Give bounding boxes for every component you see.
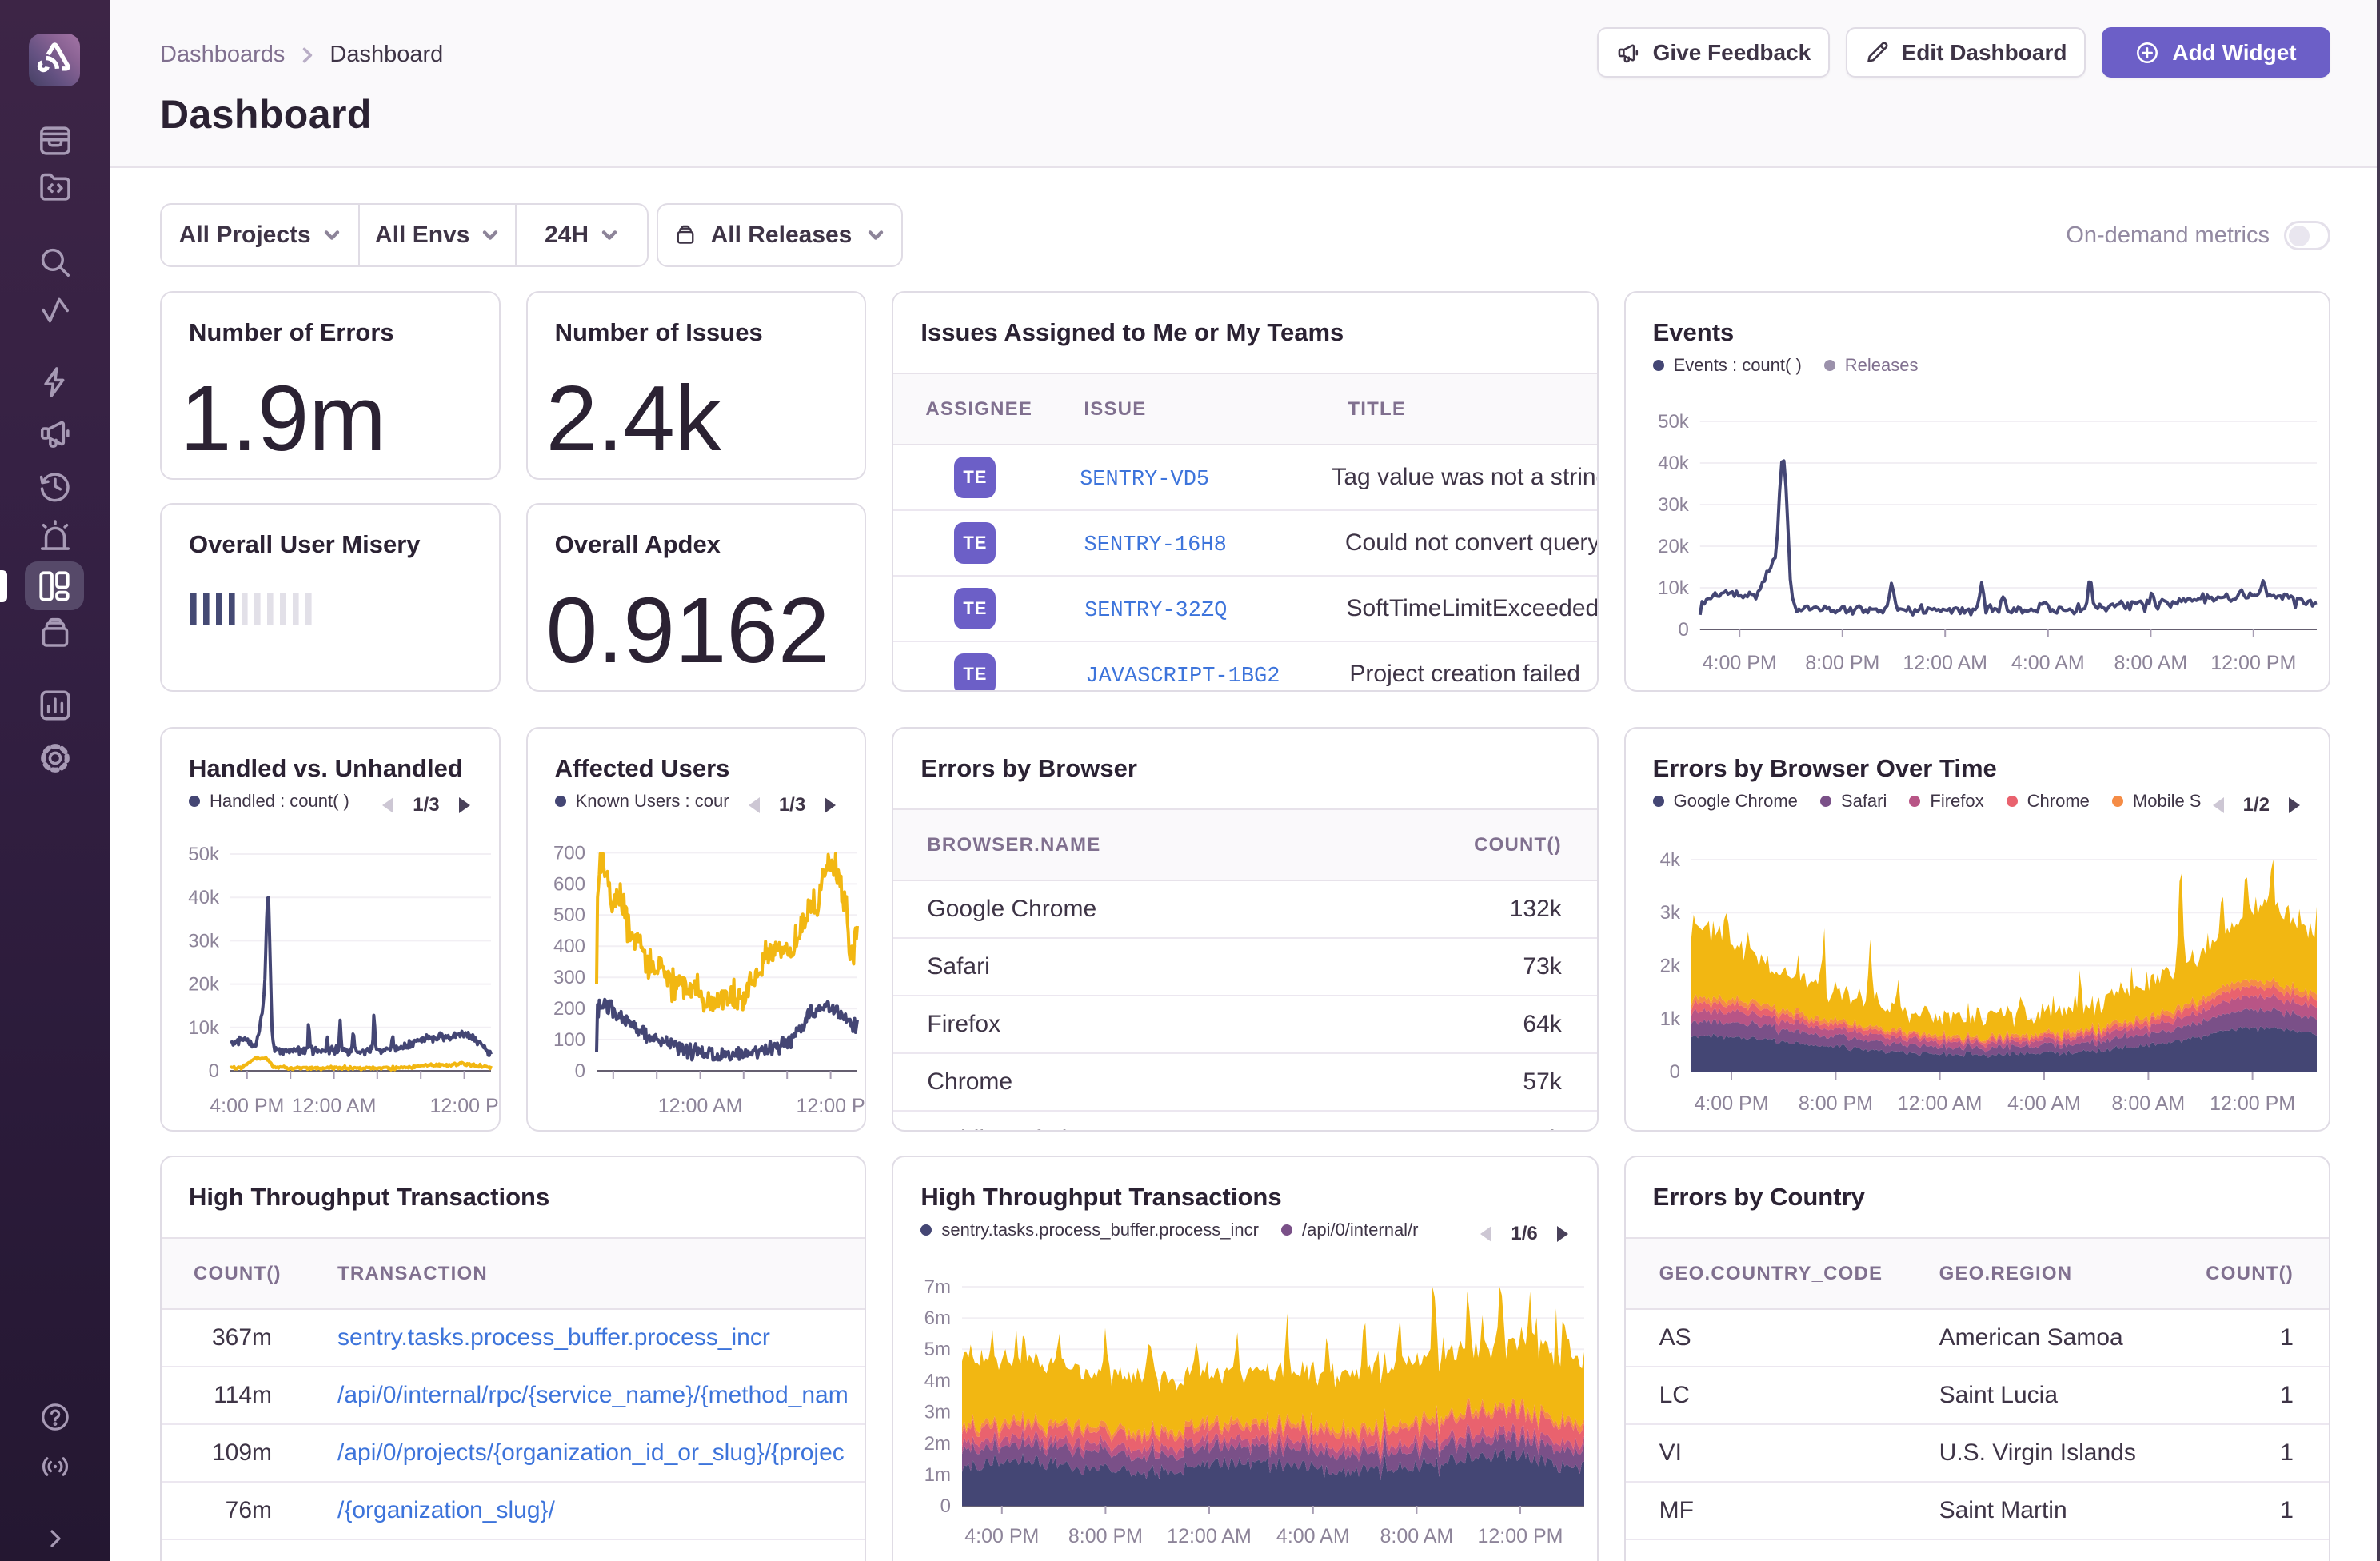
svg-text:30k: 30k <box>188 930 220 952</box>
svg-text:400: 400 <box>553 936 585 957</box>
svg-text:8:00 AM: 8:00 AM <box>1380 1525 1454 1547</box>
svg-text:12:00 PM: 12:00 PM <box>2210 652 2296 674</box>
svg-text:0: 0 <box>1669 1061 1679 1083</box>
svg-text:4:00 AM: 4:00 AM <box>1276 1525 1350 1547</box>
svg-text:20k: 20k <box>188 974 220 996</box>
svg-text:4m: 4m <box>924 1370 951 1391</box>
svg-text:8:00 PM: 8:00 PM <box>1805 652 1879 674</box>
svg-text:8:00 AM: 8:00 AM <box>2114 652 2187 674</box>
svg-text:12:00 AM: 12:00 AM <box>292 1095 377 1117</box>
svg-text:12:00 P: 12:00 P <box>430 1095 499 1117</box>
svg-text:20k: 20k <box>1658 536 1690 557</box>
svg-text:300: 300 <box>553 967 585 988</box>
svg-text:0: 0 <box>1678 619 1688 641</box>
svg-text:40k: 40k <box>1658 453 1690 474</box>
svg-text:0: 0 <box>574 1060 585 1082</box>
svg-text:5m: 5m <box>924 1339 951 1360</box>
svg-text:200: 200 <box>553 998 585 1020</box>
svg-text:50k: 50k <box>1658 411 1690 433</box>
svg-text:12:00 P: 12:00 P <box>796 1095 865 1117</box>
svg-text:600: 600 <box>553 873 585 895</box>
svg-text:4:00 PM: 4:00 PM <box>1702 652 1776 674</box>
svg-text:8:00 PM: 8:00 PM <box>1798 1092 1872 1115</box>
svg-text:12:00 AM: 12:00 AM <box>1903 652 1987 674</box>
svg-text:7m: 7m <box>924 1276 951 1298</box>
svg-text:500: 500 <box>553 904 585 926</box>
svg-text:40k: 40k <box>188 887 220 908</box>
svg-text:10k: 10k <box>188 1017 220 1039</box>
svg-text:4:00 PM: 4:00 PM <box>210 1095 284 1117</box>
svg-text:12:00 PM: 12:00 PM <box>2210 1092 2295 1115</box>
svg-text:4:00 PM: 4:00 PM <box>1694 1092 1768 1115</box>
svg-text:8:00 AM: 8:00 AM <box>2111 1092 2185 1115</box>
svg-text:0: 0 <box>940 1495 951 1517</box>
svg-text:1m: 1m <box>924 1464 951 1486</box>
svg-text:4k: 4k <box>1659 849 1680 871</box>
svg-text:12:00 PM: 12:00 PM <box>1478 1525 1563 1547</box>
svg-text:4:00 AM: 4:00 AM <box>2007 1092 2081 1115</box>
svg-text:4:00 AM: 4:00 AM <box>2011 652 2085 674</box>
svg-text:12:00 AM: 12:00 AM <box>1168 1525 1252 1547</box>
svg-text:3k: 3k <box>1659 902 1680 924</box>
svg-text:50k: 50k <box>188 844 220 865</box>
svg-text:0: 0 <box>209 1060 219 1082</box>
svg-text:3m: 3m <box>924 1402 951 1423</box>
svg-text:12:00 AM: 12:00 AM <box>1897 1092 1982 1115</box>
svg-text:4:00 PM: 4:00 PM <box>965 1525 1040 1547</box>
svg-text:10k: 10k <box>1658 577 1690 599</box>
svg-text:30k: 30k <box>1658 494 1690 516</box>
svg-text:2k: 2k <box>1659 955 1680 976</box>
svg-text:12:00 AM: 12:00 AM <box>657 1095 742 1117</box>
svg-text:2m: 2m <box>924 1433 951 1455</box>
svg-text:100: 100 <box>553 1029 585 1051</box>
svg-text:6m: 6m <box>924 1307 951 1329</box>
svg-text:700: 700 <box>553 842 585 864</box>
svg-text:8:00 PM: 8:00 PM <box>1068 1525 1143 1547</box>
svg-text:1k: 1k <box>1659 1008 1680 1030</box>
